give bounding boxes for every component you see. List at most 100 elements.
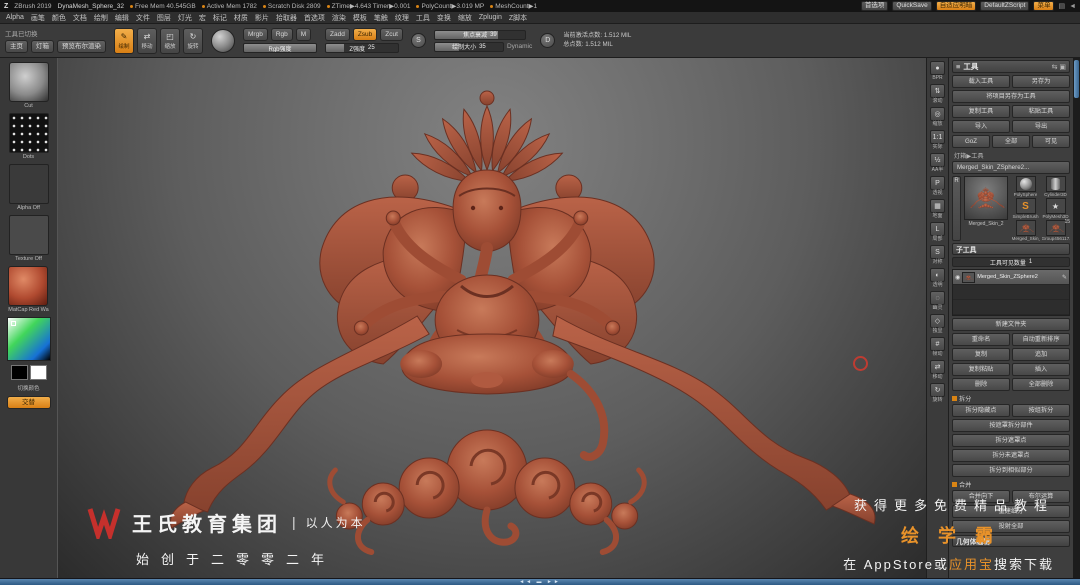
current-material-selector[interactable]: MatCap Red Wa: [8, 266, 49, 313]
split-similar-parts-button[interactable]: 拆分到相似部分: [952, 464, 1070, 477]
menu-item[interactable]: 文档: [73, 13, 87, 23]
draw-size-slider[interactable]: 绘制大小 35: [433, 41, 504, 52]
perspective-button[interactable]: P 透视: [930, 176, 945, 197]
vertical-scrollbar[interactable]: [1073, 58, 1080, 578]
solo-button[interactable]: ◇ 独显: [930, 314, 945, 335]
goz-all-button[interactable]: 全部: [992, 135, 1030, 148]
ghost-button[interactable]: ◌ 幽灵: [930, 291, 945, 312]
dynamic-subdiv-button[interactable]: D: [540, 33, 556, 48]
floor-grid-button[interactable]: ▦ 地面: [930, 199, 945, 220]
menu-item[interactable]: 画笔: [31, 13, 45, 23]
secondary-color-swatch[interactable]: [29, 365, 47, 380]
menu-item[interactable]: 纹理: [395, 13, 409, 23]
mrgb-button[interactable]: Mrgb: [243, 28, 268, 41]
save-project-as-tool-button[interactable]: 将项目另存为工具: [952, 90, 1070, 103]
local-symmetry-button[interactable]: S 对称: [930, 245, 945, 266]
z-intensity-slider[interactable]: Z强度 25: [325, 43, 399, 53]
current-stroke-selector[interactable]: Dots: [8, 113, 49, 160]
current-tool-name[interactable]: Merged_Skin_ZSphere2...: [952, 161, 1070, 174]
alt-color-button[interactable]: 交替: [6, 396, 51, 409]
color-picker[interactable]: [6, 317, 51, 361]
subtool-item[interactable]: ◉ Merged_Skin_ZSphere2 ✎: [953, 270, 1069, 285]
duplicate-button[interactable]: 复制: [952, 348, 1010, 361]
menu-item[interactable]: 首选项: [304, 13, 325, 23]
tool-item-polymesh3d[interactable]: ★ PolyMesh3D: [1041, 198, 1070, 219]
collapse-left-icon[interactable]: ◄: [1069, 3, 1076, 10]
split-masked-points-button[interactable]: 拆分遮罩点: [952, 434, 1070, 447]
tool-item-merged-skin[interactable]: Merged_Skin_1: [1011, 220, 1040, 241]
split-hidden-button[interactable]: 拆分隐藏点: [952, 404, 1010, 417]
texture-thumbnail[interactable]: [8, 215, 49, 255]
brush-thumbnail[interactable]: [8, 62, 49, 102]
menu-item[interactable]: 拾取器: [276, 13, 297, 23]
delete-button[interactable]: 删除: [952, 378, 1010, 391]
zsub-button[interactable]: Zsub: [352, 28, 378, 41]
menu-item[interactable]: 变换: [437, 13, 451, 23]
split-section-label[interactable]: 拆分: [952, 393, 1070, 403]
menu-item[interactable]: 缩放: [458, 13, 472, 23]
menu-item[interactable]: 文件: [136, 13, 150, 23]
menu-item[interactable]: 渲染: [332, 13, 346, 23]
zcut-button[interactable]: Zcut: [380, 28, 403, 41]
default-zscript-button[interactable]: DefaultZScript: [980, 1, 1030, 11]
sculptris-pro-button[interactable]: S: [410, 33, 426, 48]
menu-item[interactable]: 颜色: [52, 13, 66, 23]
new-folder-button[interactable]: 新建文件夹: [952, 318, 1070, 331]
merge-section-label[interactable]: 合并: [952, 479, 1070, 489]
material-thumbnail[interactable]: [8, 266, 49, 306]
subtool-paint-icon[interactable]: ✎: [1062, 274, 1067, 281]
copy-paste-button[interactable]: 复制粘贴: [952, 363, 1010, 376]
menu-item[interactable]: Z脚本: [509, 13, 527, 23]
groups-split-button[interactable]: 按组拆分: [1012, 404, 1070, 417]
primary-color-swatch[interactable]: [10, 365, 28, 380]
tool-item-simplebrush[interactable]: S SimpleBrush: [1011, 198, 1040, 219]
tool-item-polysphere[interactable]: PolySphere: [1011, 176, 1040, 197]
palette-menu-icon[interactable]: ≡: [956, 62, 960, 71]
bpr-render-button[interactable]: ● BPR: [930, 61, 945, 82]
export-button[interactable]: 导出: [1012, 120, 1070, 133]
vertical-scroll-thumb[interactable]: [1074, 60, 1079, 98]
preferences-button[interactable]: 首选项: [860, 1, 889, 11]
save-as-button[interactable]: 另存为: [1012, 75, 1070, 88]
menu-item[interactable]: 图层: [157, 13, 171, 23]
home-page-button[interactable]: 主页: [5, 40, 28, 53]
paste-tool-button[interactable]: 粘贴工具: [1012, 105, 1070, 118]
live-boolean-preview-button[interactable]: 预览布尔渲染: [57, 40, 106, 53]
delete-all-button[interactable]: 全部删除: [1012, 378, 1070, 391]
canvas-move-button[interactable]: ⇄ 移动: [930, 360, 945, 381]
zoom-button[interactable]: ◎ 缩放: [930, 107, 945, 128]
menu-item[interactable]: Zplugin: [479, 14, 502, 21]
active-tool-thumbnail[interactable]: Merged_Skin_2: [963, 176, 1009, 241]
scale-button[interactable]: ◰ 缩放: [160, 27, 180, 54]
scroll-button[interactable]: ⇅ 滚动: [930, 84, 945, 105]
visibility-eye-icon[interactable]: ◉: [955, 274, 960, 281]
subtool-visible-count-slider[interactable]: 工具可见数量 1: [952, 257, 1070, 267]
quicksave-button[interactable]: QuickSave: [892, 1, 932, 11]
goz-visible-button[interactable]: 可见: [1032, 135, 1070, 148]
menu-item[interactable]: 材质: [234, 13, 248, 23]
menu-item[interactable]: 灯光: [178, 13, 192, 23]
tool-palette-header[interactable]: ≡ 工具 ⇆ ▣: [952, 60, 1070, 73]
load-tool-button[interactable]: 载入工具: [952, 75, 1010, 88]
switch-color-label[interactable]: 切换颜色: [17, 384, 39, 392]
sculpt-canvas[interactable]: 王氏教育集团 | 以人为本 始创于二零零二年: [58, 58, 926, 578]
actual-size-button[interactable]: 1:1 实际: [930, 130, 945, 151]
subtool-list[interactable]: ◉ Merged_Skin_ZSphere2 ✎: [952, 269, 1070, 316]
rotate-button[interactable]: ↻ 旋转: [183, 27, 203, 54]
lightbox-button[interactable]: 灯箱: [31, 40, 54, 53]
current-texture-selector[interactable]: Texture Off: [8, 215, 49, 262]
menu-item[interactable]: 绘制: [94, 13, 108, 23]
frame-button[interactable]: # 帧动: [930, 337, 945, 358]
move-button[interactable]: ⇄ 移动: [137, 27, 157, 54]
menu-item[interactable]: 模板: [353, 13, 367, 23]
menu-item[interactable]: 笔触: [374, 13, 388, 23]
current-brush-selector[interactable]: Cut: [8, 62, 49, 109]
zadd-button[interactable]: Zadd: [325, 28, 350, 41]
auto-reorder-button[interactable]: 自动重新排序: [1012, 333, 1070, 346]
window-grid-icon[interactable]: ▤: [1058, 2, 1065, 10]
menu-item[interactable]: 影片: [255, 13, 269, 23]
rgb-intensity-slider[interactable]: Rgb强度: [243, 43, 317, 53]
menu-item[interactable]: 编辑: [115, 13, 129, 23]
stroke-thumbnail[interactable]: [8, 113, 49, 153]
menu-item[interactable]: 工具: [416, 13, 430, 23]
